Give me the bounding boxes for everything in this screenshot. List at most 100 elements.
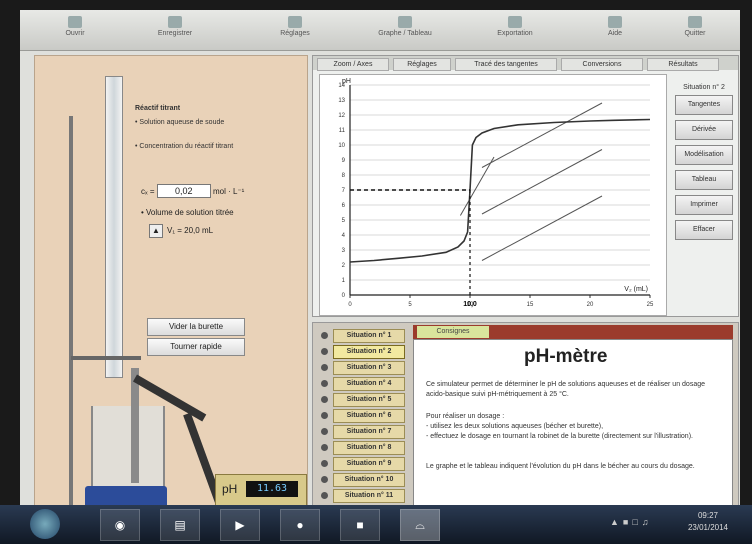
y-tick-label: 12 — [338, 113, 345, 119]
clock[interactable]: 09:27 23/01/2014 — [688, 510, 728, 534]
x-tick-label: 0 — [348, 302, 352, 308]
toolbar-button-graph[interactable]: Graphe / Tableau — [370, 14, 440, 46]
situation-label[interactable]: Situation n° 3 — [333, 360, 405, 375]
situation-label[interactable]: Situation n° 11 — [333, 488, 405, 503]
radio-dot-icon[interactable] — [321, 460, 328, 467]
stand-rod — [69, 116, 73, 506]
y-tick-label: 0 — [342, 293, 346, 299]
concentration-input[interactable]: 0,02 — [156, 184, 211, 198]
bottom-panel: Situation n° 1 Situation n° 2 Situation n°… — [312, 322, 739, 512]
tab-zoom[interactable]: Zoom / Axes — [317, 58, 389, 71]
doc-tabs: Consignes — [413, 325, 733, 339]
fast-turn-button[interactable]: Tourner rapide — [147, 338, 245, 356]
burette-tap[interactable] — [71, 356, 141, 360]
situation-label[interactable]: Situation n° 2 — [333, 344, 405, 359]
x-tick-label: 5 — [408, 302, 412, 308]
situation-item[interactable]: Situation n° 9 — [321, 456, 411, 471]
toolbar-button-settings[interactable]: Réglages — [260, 14, 330, 46]
situation-label[interactable]: Situation n° 5 — [333, 392, 405, 407]
x-axis-label: V₂ (mL) — [624, 286, 648, 293]
tab-tangents[interactable]: Tracé des tangentes — [455, 58, 557, 71]
print-button[interactable]: Imprimer — [675, 195, 733, 215]
radio-dot-icon[interactable] — [321, 428, 328, 435]
table-button[interactable]: Tableau — [675, 170, 733, 190]
burette[interactable] — [105, 76, 123, 378]
radio-dot-icon[interactable] — [321, 364, 328, 371]
situation-item[interactable]: Situation n° 7 — [321, 424, 411, 439]
app-icon[interactable]: ● — [280, 509, 320, 541]
tab-results[interactable]: Résultats — [647, 58, 719, 71]
situation-item[interactable]: Situation n° 11 — [321, 488, 411, 503]
y-tick-label: 2 — [342, 263, 346, 269]
doc-paragraph: - effectuez le dosage en tournant la rob… — [426, 433, 693, 440]
situation-label[interactable]: Situation n° 7 — [333, 424, 405, 439]
situation-label[interactable]: Situation n° 6 — [333, 408, 405, 423]
derivative-button[interactable]: Dérivée — [675, 120, 733, 140]
situation-label[interactable]: Situation n° 10 — [333, 472, 405, 487]
situation-item[interactable]: Situation n° 5 — [321, 392, 411, 407]
situation-label[interactable]: Situation n° 8 — [333, 440, 405, 455]
ph-plot[interactable]: 0 1 2 3 4 5 6 7 8 9 10 11 12 13 14 0 5 10 15 20 25 pH V₂ (mL) 1… — [319, 74, 667, 316]
situation-item[interactable]: Situation n° 8 — [321, 440, 411, 455]
radio-dot-icon[interactable] — [321, 332, 328, 339]
radio-dot-icon[interactable] — [321, 444, 328, 451]
instructions-document: pH-mètre Ce simulateur permet de détermi… — [413, 339, 733, 511]
radio-dot-icon[interactable] — [321, 396, 328, 403]
y-tick-label: 5 — [342, 218, 346, 224]
situation-label[interactable]: Situation n° 1 — [333, 328, 405, 343]
situation-label[interactable]: Situation n° 9 — [333, 456, 405, 471]
start-button[interactable] — [30, 509, 60, 539]
graph-tool-buttons: Situation n° 2 Tangentes Dérivée Modélis… — [675, 84, 733, 245]
tab-conversions[interactable]: Conversions — [561, 58, 643, 71]
empty-burette-button[interactable]: Vider la burette — [147, 318, 245, 336]
tangents-button[interactable]: Tangentes — [675, 95, 733, 115]
volume-row: ▲ V₁ = 20,0 mL — [149, 224, 213, 238]
browser-icon[interactable]: ◉ — [100, 509, 140, 541]
radio-dot-icon[interactable] — [321, 380, 328, 387]
y-tick-label: 13 — [338, 98, 345, 104]
ph-readout: 11.63 — [246, 481, 298, 497]
radio-dot-icon[interactable] — [321, 412, 328, 419]
radio-dot-icon[interactable] — [321, 492, 328, 499]
system-tray[interactable]: ▲■□♫ — [610, 517, 670, 529]
radio-dot-icon[interactable] — [321, 476, 328, 483]
x-tick-label: 25 — [647, 302, 654, 308]
media-player-icon[interactable]: ▶ — [220, 509, 260, 541]
toolbar-button-export[interactable]: Exportation — [480, 14, 550, 46]
situation-item[interactable]: Situation n° 10 — [321, 472, 411, 487]
y-tick-label: 7 — [342, 188, 346, 194]
y-tick-label: 8 — [342, 173, 346, 179]
tab-settings[interactable]: Réglages — [393, 58, 451, 71]
situation-item[interactable]: Situation n° 2 — [321, 344, 411, 359]
gear-icon — [288, 16, 302, 28]
model-button[interactable]: Modélisation — [675, 145, 733, 165]
situation-item[interactable]: Situation n° 6 — [321, 408, 411, 423]
clear-button[interactable]: Effacer — [675, 220, 733, 240]
toolbar-button-open[interactable]: Ouvrir — [40, 14, 110, 46]
doc-title: pH-mètre — [524, 346, 608, 367]
ph-electrode — [131, 368, 139, 483]
tab-instructions[interactable]: Consignes — [417, 326, 489, 338]
doc-paragraph: - utilisez les deux solutions aqueuses (… — [426, 423, 604, 430]
situation-label[interactable]: Situation n° 4 — [333, 376, 405, 391]
situation-item[interactable]: Situation n° 3 — [321, 360, 411, 375]
toolbar-button-help[interactable]: Aide — [580, 14, 650, 46]
volume-stepper[interactable]: ▲ — [149, 224, 163, 238]
y-tick-label: 10 — [338, 143, 345, 149]
application-window: Ouvrir Enregistrer Réglages Graphe / Tab… — [20, 10, 740, 515]
radio-dot-icon[interactable] — [321, 348, 328, 355]
situation-item[interactable]: Situation n° 1 — [321, 328, 411, 343]
situation-item[interactable]: Situation n° 4 — [321, 376, 411, 391]
exit-icon — [688, 16, 702, 28]
y-tick-label: 9 — [342, 158, 346, 164]
ph-meter-app-icon[interactable]: ⌓ — [400, 509, 440, 541]
beaker — [91, 406, 165, 488]
y-tick-label: 4 — [342, 233, 346, 239]
folder-icon[interactable]: ▤ — [160, 509, 200, 541]
tangent-line — [481, 195, 603, 261]
toolbar-button-quit[interactable]: Quitter — [660, 14, 730, 46]
doc-paragraph: Ce simulateur permet de déterminer le pH… — [426, 381, 705, 398]
app-icon[interactable]: ■ — [340, 509, 380, 541]
toolbar-button-save[interactable]: Enregistrer — [140, 14, 210, 46]
ph-chart[interactable]: 012345678910111213140 5 10 15 20 25pHV₂ (mL)1… — [320, 75, 666, 315]
